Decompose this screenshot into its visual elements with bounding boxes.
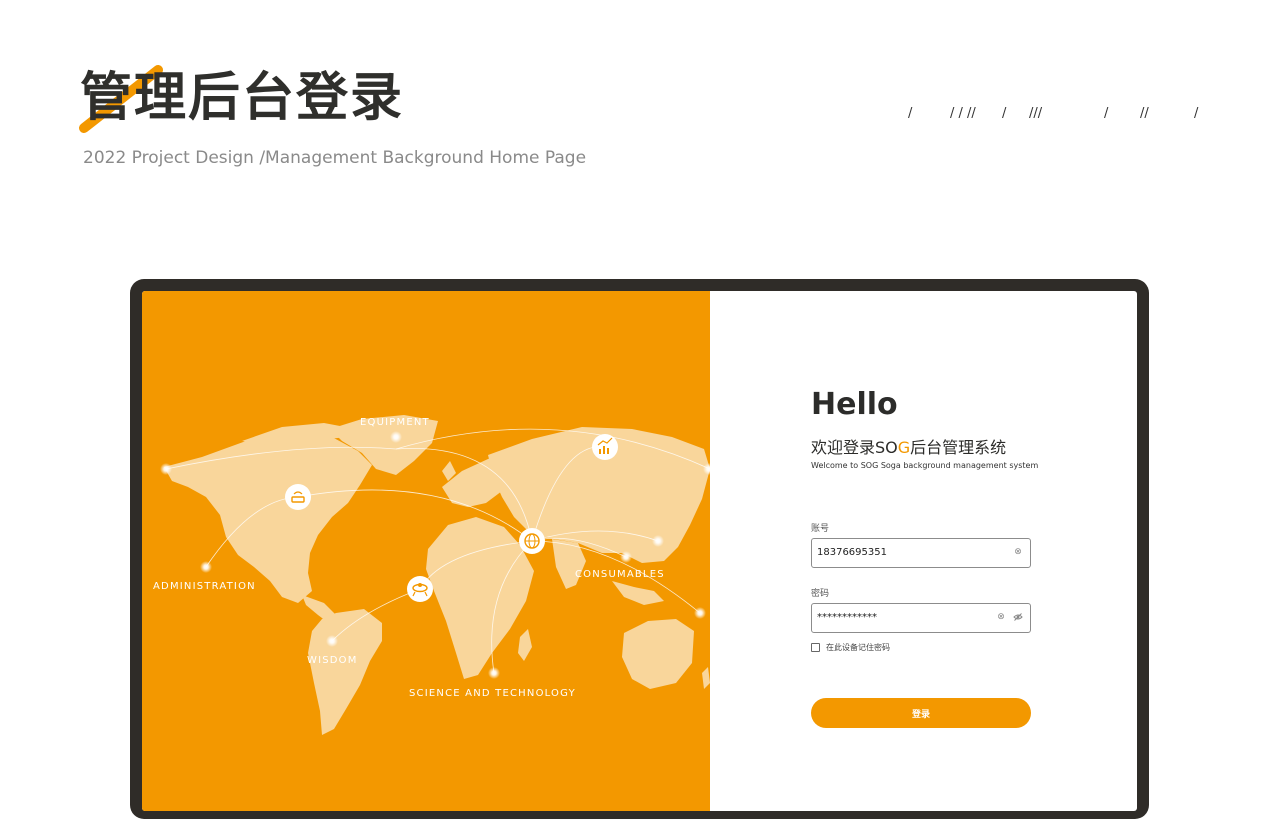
new-zealand bbox=[702, 667, 710, 689]
laptop-screen: EQUIPMENT ADMINISTRATION CONSUMABLES WIS… bbox=[142, 291, 1137, 811]
label-consumables: CONSUMABLES bbox=[575, 569, 665, 580]
slash-mark: / bbox=[1104, 106, 1109, 121]
node-dot bbox=[326, 635, 338, 647]
label-science-and-technology: SCIENCE AND TECHNOLOGY bbox=[409, 688, 576, 699]
clear-icon[interactable]: ⊗ bbox=[1013, 547, 1023, 557]
page-subtitle: 2022 Project Design /Management Backgrou… bbox=[83, 148, 587, 168]
welcome-heading: 欢迎登录SOG后台管理系统 bbox=[811, 434, 1006, 458]
greeting-heading: Hello bbox=[811, 387, 898, 422]
node-dot bbox=[694, 607, 706, 619]
north-america bbox=[164, 435, 372, 603]
madagascar bbox=[518, 629, 532, 661]
welcome-subtext: Welcome to SOG Soga background managemen… bbox=[811, 461, 1039, 470]
welcome-highlight: G bbox=[897, 438, 911, 457]
label-administration: ADMINISTRATION bbox=[153, 581, 256, 592]
laptop-frame: EQUIPMENT ADMINISTRATION CONSUMABLES WIS… bbox=[130, 279, 1149, 819]
world-map-panel: EQUIPMENT ADMINISTRATION CONSUMABLES WIS… bbox=[142, 291, 710, 811]
africa bbox=[426, 517, 534, 679]
remember-password[interactable]: 在此设备记住密码 bbox=[811, 642, 890, 653]
slash-mark: / bbox=[908, 106, 913, 121]
router-icon bbox=[285, 484, 311, 510]
globe-icon bbox=[519, 528, 545, 554]
australia bbox=[622, 619, 694, 689]
node-dot bbox=[488, 667, 500, 679]
password-label: 密码 bbox=[811, 589, 830, 599]
welcome-prefix: 欢迎登录SO bbox=[811, 438, 898, 457]
account-field: ⊗ bbox=[811, 538, 1031, 568]
satellite-icon bbox=[407, 576, 433, 602]
account-input[interactable] bbox=[817, 547, 987, 558]
password-field: ⊗ bbox=[811, 603, 1031, 633]
slash-mark: / bbox=[1194, 106, 1199, 121]
india bbox=[552, 539, 586, 589]
slash-mark: / / // bbox=[950, 106, 976, 121]
node-dot bbox=[390, 431, 402, 443]
slash-mark: // bbox=[1140, 106, 1149, 121]
bar-chart-icon bbox=[592, 434, 618, 460]
node-dot bbox=[200, 561, 212, 573]
world-map: EQUIPMENT ADMINISTRATION CONSUMABLES WIS… bbox=[153, 415, 710, 735]
login-button[interactable]: 登录 bbox=[811, 698, 1031, 728]
slash-mark: /// bbox=[1029, 106, 1043, 121]
eye-off-icon[interactable] bbox=[1013, 612, 1023, 622]
southeast-asia-islands bbox=[612, 581, 664, 605]
slash-mark: / bbox=[1002, 106, 1007, 121]
node-dot bbox=[620, 551, 632, 563]
page-title: 管理后台登录 bbox=[80, 68, 405, 128]
label-wisdom: WISDOM bbox=[307, 655, 358, 666]
welcome-suffix: 后台管理系统 bbox=[910, 438, 1007, 457]
node-dot bbox=[652, 535, 664, 547]
account-label: 账号 bbox=[811, 524, 830, 534]
remember-label: 在此设备记住密码 bbox=[826, 643, 890, 652]
decorative-slashes: / / / // / /// / // / bbox=[908, 106, 1208, 126]
label-equipment: EQUIPMENT bbox=[360, 417, 430, 428]
password-input[interactable] bbox=[817, 612, 987, 623]
node-dot bbox=[160, 463, 172, 475]
clear-icon[interactable]: ⊗ bbox=[996, 612, 1006, 622]
south-america bbox=[308, 609, 382, 735]
remember-checkbox[interactable] bbox=[811, 643, 820, 652]
login-form: Hello 欢迎登录SOG后台管理系统 Welcome to SOG Soga … bbox=[811, 291, 1111, 811]
